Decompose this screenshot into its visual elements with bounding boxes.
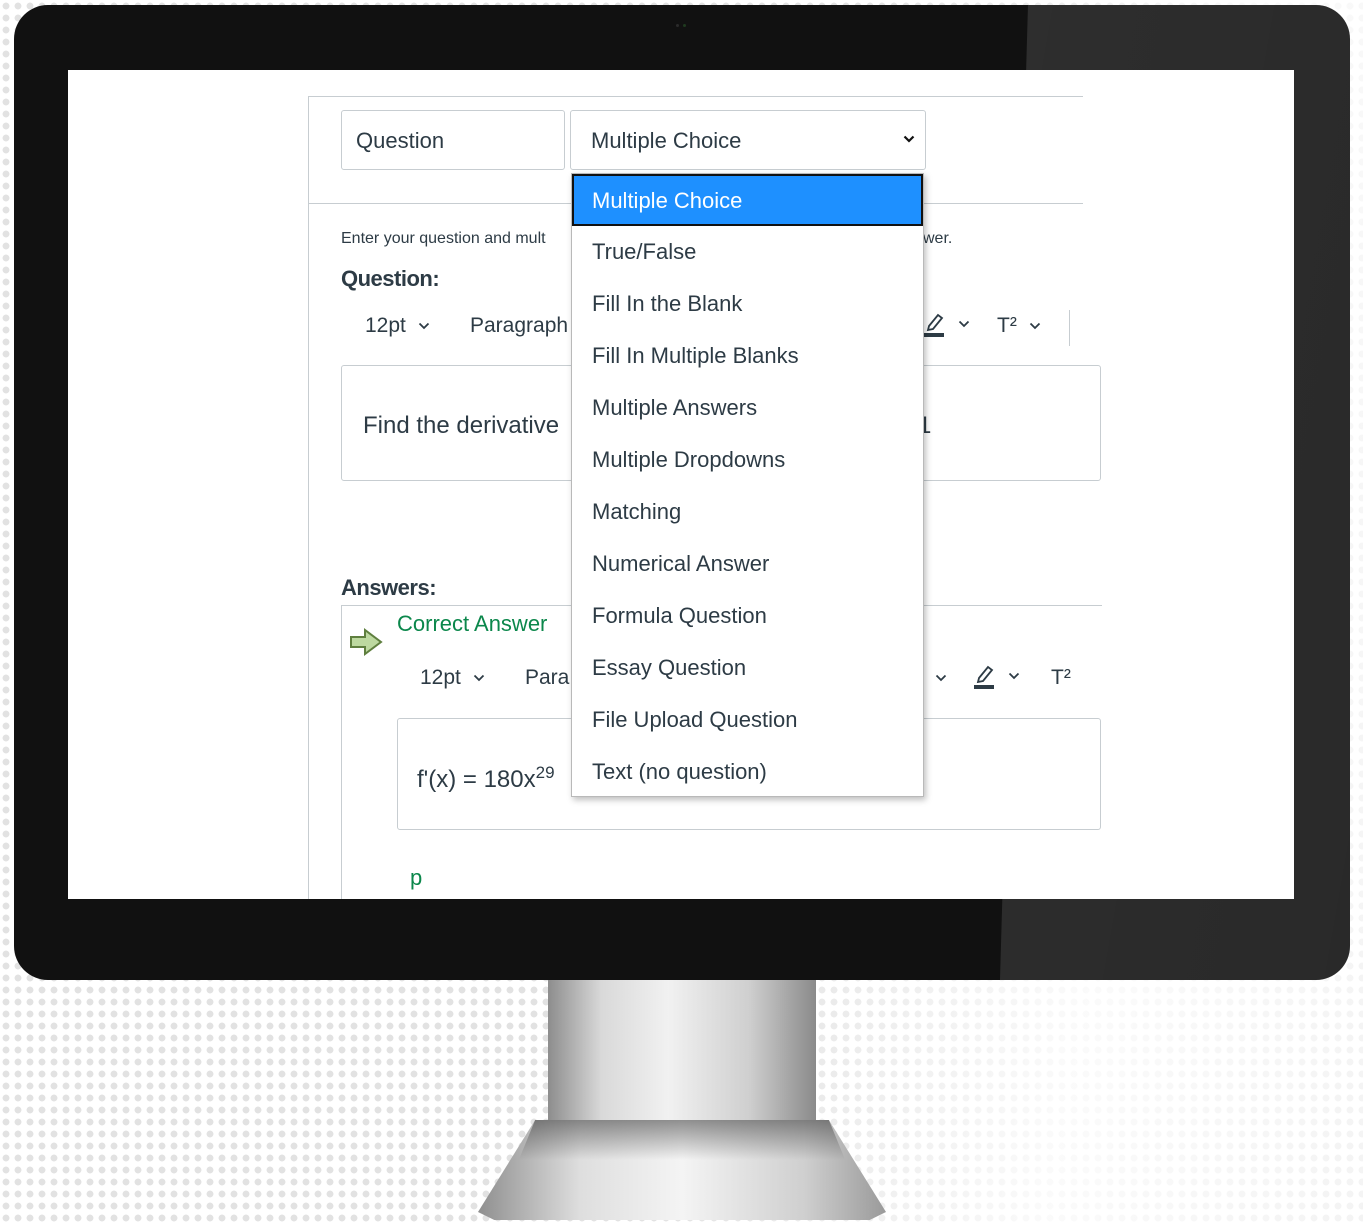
chevron-down-icon — [903, 135, 915, 143]
block-format-menu[interactable]: Paragraph — [470, 314, 568, 338]
chevron-down-icon — [1029, 323, 1040, 330]
answer-text-color-menu[interactable] — [929, 666, 947, 690]
form-left-border — [308, 96, 309, 899]
highlighter-icon — [974, 665, 994, 689]
superscript-icon: T² — [997, 314, 1017, 337]
chevron-down-icon — [473, 675, 484, 682]
toolbar-separator — [1069, 310, 1070, 346]
chevron-down-icon — [418, 323, 429, 330]
option-true-false[interactable]: True/False — [572, 226, 923, 278]
question-type-dropdown: Multiple Choice True/False Fill In the B… — [571, 173, 924, 797]
answer-font-size-menu[interactable]: 12pt — [420, 666, 485, 690]
option-text-no-question[interactable]: Text (no question) — [572, 746, 923, 798]
instructions-text-end: wer. — [923, 230, 953, 247]
question-type-select[interactable]: Multiple Choice — [570, 110, 926, 170]
correct-answer-label: Correct Answer — [397, 611, 548, 636]
monitor-stand-neck — [548, 975, 816, 1125]
superscript-icon: T² — [1051, 666, 1071, 689]
option-multiple-dropdowns[interactable]: Multiple Dropdowns — [572, 434, 923, 486]
chevron-down-icon — [1008, 672, 1019, 680]
webcam-icon — [676, 24, 686, 29]
font-size-label: 12pt — [420, 666, 461, 689]
superscript-menu[interactable]: T² — [997, 314, 1041, 338]
chevron-down-icon — [935, 675, 947, 682]
option-numerical-answer[interactable]: Numerical Answer — [572, 538, 923, 590]
option-file-upload-question[interactable]: File Upload Question — [572, 694, 923, 746]
question-name-input[interactable]: Question — [341, 110, 565, 170]
option-fill-in-multiple-blanks[interactable]: Fill In Multiple Blanks — [572, 330, 923, 382]
monitor-stand-shadow — [518, 1120, 846, 1160]
highlight-color-menu[interactable] — [924, 310, 970, 338]
option-essay-question[interactable]: Essay Question — [572, 642, 923, 694]
answer-text: f'(x) = 180x29 — [417, 763, 555, 794]
answers-heading: Answers: — [341, 575, 437, 600]
answer-highlight-color-menu[interactable] — [974, 662, 1020, 690]
chevron-down-icon — [958, 320, 969, 328]
question-type-value: Multiple Choice — [591, 128, 742, 153]
font-size-menu[interactable]: 12pt — [365, 314, 430, 338]
answer-block-format-menu[interactable]: Para — [525, 666, 569, 690]
option-multiple-choice[interactable]: Multiple Choice — [572, 174, 923, 226]
option-multiple-answers[interactable]: Multiple Answers — [572, 382, 923, 434]
question-text: Find the derivative — [363, 412, 560, 439]
highlighter-icon — [924, 313, 944, 337]
question-heading: Question: — [341, 266, 440, 291]
option-fill-in-the-blank[interactable]: Fill In the Blank — [572, 278, 923, 330]
form-top-border — [308, 96, 1083, 97]
option-matching[interactable]: Matching — [572, 486, 923, 538]
option-formula-question[interactable]: Formula Question — [572, 590, 923, 642]
font-size-label: 12pt — [365, 314, 406, 337]
answer-text-base: f'(x) = 180x — [417, 766, 536, 793]
answer-superscript-menu[interactable]: T² — [1051, 666, 1071, 690]
answer-text-exponent: 29 — [535, 763, 555, 782]
arrow-right-icon — [350, 628, 383, 656]
instructions-text: Enter your question and mult — [341, 230, 546, 247]
element-path: p — [410, 865, 423, 890]
